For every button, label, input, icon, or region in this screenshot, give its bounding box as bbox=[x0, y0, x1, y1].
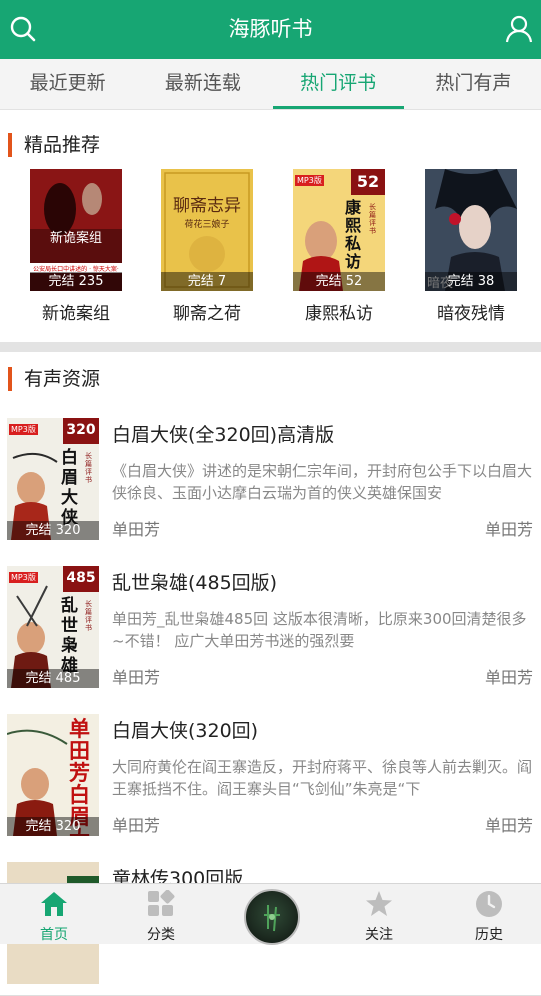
tab-latest-serial[interactable]: 最新连载 bbox=[135, 59, 270, 109]
featured-item[interactable]: 新诡案组 公安局长口中讲述的 · 惊天大案· 完结 235 新诡案组 bbox=[30, 169, 122, 324]
home-icon bbox=[41, 892, 67, 916]
section-divider bbox=[0, 342, 541, 352]
featured-section-title: 精品推荐 bbox=[8, 133, 100, 157]
item-author: 单田芳 bbox=[112, 520, 161, 539]
player-disc-icon[interactable] bbox=[244, 889, 300, 945]
user-icon[interactable] bbox=[504, 14, 534, 44]
star-icon bbox=[366, 891, 392, 916]
status-badge: 完结 485 bbox=[7, 669, 99, 688]
item-narrator: 单田芳 bbox=[484, 668, 533, 687]
category-tabs: 最近更新 最新连载 热门评书 热门有声 bbox=[0, 59, 541, 110]
book-cover[interactable]: MP3版 320 白眉大侠 长篇评书 完结 320 bbox=[7, 418, 99, 540]
episode-number: 52 bbox=[356, 172, 380, 191]
item-description: 单田芳_乱世枭雄485回 这版本很清晰，比原来300回清楚很多~不错！ 应广大单… bbox=[112, 610, 527, 650]
featured-item[interactable]: 暗夜 完结 38 暗夜残情 bbox=[425, 169, 517, 324]
nav-label: 首页 bbox=[40, 927, 68, 943]
grid-icon bbox=[148, 890, 175, 916]
book-cover[interactable]: 单田芳白眉大侠 完结 320 bbox=[7, 714, 99, 836]
status-badge: 完结 235 bbox=[30, 272, 122, 291]
item-narrator: 单田芳 bbox=[484, 816, 533, 835]
list-item[interactable]: 单田芳白眉大侠 完结 320 白眉大侠(320回) 大同府黄伦在阎王寨造反，开封… bbox=[0, 699, 541, 848]
cover-title: 聊斋志异 bbox=[173, 196, 241, 216]
nav-category[interactable]: 分类 bbox=[107, 884, 215, 944]
list-item[interactable]: MP3版 485 乱世枭雄 长篇评书 完结 485 乱世枭雄(485回版) 单田… bbox=[0, 551, 541, 700]
book-name[interactable]: 新诡案组 bbox=[16, 299, 136, 324]
format-tag: MP3版 bbox=[295, 175, 324, 186]
episode-number: 485 bbox=[66, 570, 96, 586]
cover-subtitle: 荷花三娘子 bbox=[184, 220, 230, 230]
status-badge: 完结 320 bbox=[7, 521, 99, 540]
tab-recent-updates[interactable]: 最近更新 bbox=[0, 59, 135, 109]
list-item[interactable]: MP3版 320 白眉大侠 长篇评书 完结 320 白眉大侠(全320回)高清版… bbox=[0, 403, 541, 552]
episode-number: 320 bbox=[66, 422, 96, 438]
book-name[interactable]: 康熙私访 bbox=[279, 299, 399, 324]
book-name[interactable]: 暗夜残情 bbox=[411, 299, 531, 324]
app-title: 海豚听书 bbox=[228, 17, 313, 41]
bottom-navigation: 首页 分类 关注 历史 bbox=[0, 883, 541, 945]
top-app-bar: 海豚听书 bbox=[0, 0, 541, 59]
cover-title: 乱世枭雄 bbox=[61, 596, 78, 676]
nav-label: 关注 bbox=[365, 927, 393, 943]
book-cover[interactable]: 新诡案组 公安局长口中讲述的 · 惊天大案· 完结 235 bbox=[30, 169, 122, 291]
cover-title: 康熙私访 bbox=[345, 198, 362, 271]
book-cover[interactable]: MP3版 52 康熙私访 长篇评书 完结 52 bbox=[293, 169, 385, 291]
nav-label: 分类 bbox=[147, 927, 175, 943]
cover-title: 白眉大侠 bbox=[61, 448, 78, 528]
item-description: 《白眉大侠》讲述的是宋朝仁宗年间，开封府包公手下以白眉大侠徐良、玉面小达摩白云瑞… bbox=[112, 462, 532, 502]
cover-side-label: 长篇评书 bbox=[85, 452, 92, 484]
book-cover[interactable]: MP3版 485 乱世枭雄 长篇评书 完结 485 bbox=[7, 566, 99, 688]
featured-row: 新诡案组 公安局长口中讲述的 · 惊天大案· 完结 235 新诡案组 聊斋志异 … bbox=[0, 169, 541, 324]
item-description: 大同府黄伦在阎王寨造反，开封府蒋平、徐良等人前去剿灭。阎王寨抵挡不住。阎王寨头目… bbox=[112, 758, 532, 798]
format-tag: MP3版 bbox=[9, 572, 38, 583]
cover-title: 新诡案组 bbox=[49, 231, 102, 246]
item-title[interactable]: 白眉大侠(320回) bbox=[112, 716, 258, 743]
book-cover[interactable]: 聊斋志异 荷花三娘子 完结 7 bbox=[161, 169, 253, 291]
featured-item[interactable]: 聊斋志异 荷花三娘子 完结 7 聊斋之荷 bbox=[161, 169, 253, 324]
item-title[interactable]: 乱世枭雄(485回版) bbox=[112, 568, 277, 595]
format-tag: MP3版 bbox=[9, 424, 38, 435]
status-badge: 完结 7 bbox=[161, 272, 253, 291]
book-cover[interactable]: 暗夜 完结 38 bbox=[425, 169, 517, 291]
nav-label: 历史 bbox=[475, 927, 503, 943]
clock-icon bbox=[476, 891, 502, 917]
item-author: 单田芳 bbox=[112, 816, 161, 835]
item-author: 单田芳 bbox=[112, 668, 161, 687]
status-badge: 完结 52 bbox=[293, 272, 385, 291]
audio-section-title: 有声资源 bbox=[8, 367, 100, 391]
tab-hot-pingshu[interactable]: 热门评书 bbox=[271, 59, 406, 109]
nav-follow[interactable]: 关注 bbox=[325, 884, 433, 944]
featured-item[interactable]: MP3版 52 康熙私访 长篇评书 完结 52 康熙私访 bbox=[293, 169, 385, 324]
item-narrator: 单田芳 bbox=[484, 520, 533, 539]
status-badge: 完结 320 bbox=[7, 817, 99, 836]
status-badge: 完结 38 bbox=[425, 272, 517, 291]
book-name[interactable]: 聊斋之荷 bbox=[147, 299, 267, 324]
cover-side-label: 长篇评书 bbox=[369, 203, 376, 235]
nav-home[interactable]: 首页 bbox=[0, 884, 108, 944]
nav-history[interactable]: 历史 bbox=[435, 884, 541, 944]
item-title[interactable]: 白眉大侠(全320回)高清版 bbox=[112, 420, 334, 447]
tab-hot-audio[interactable]: 热门有声 bbox=[406, 59, 541, 109]
cover-side-label: 长篇评书 bbox=[85, 600, 92, 632]
